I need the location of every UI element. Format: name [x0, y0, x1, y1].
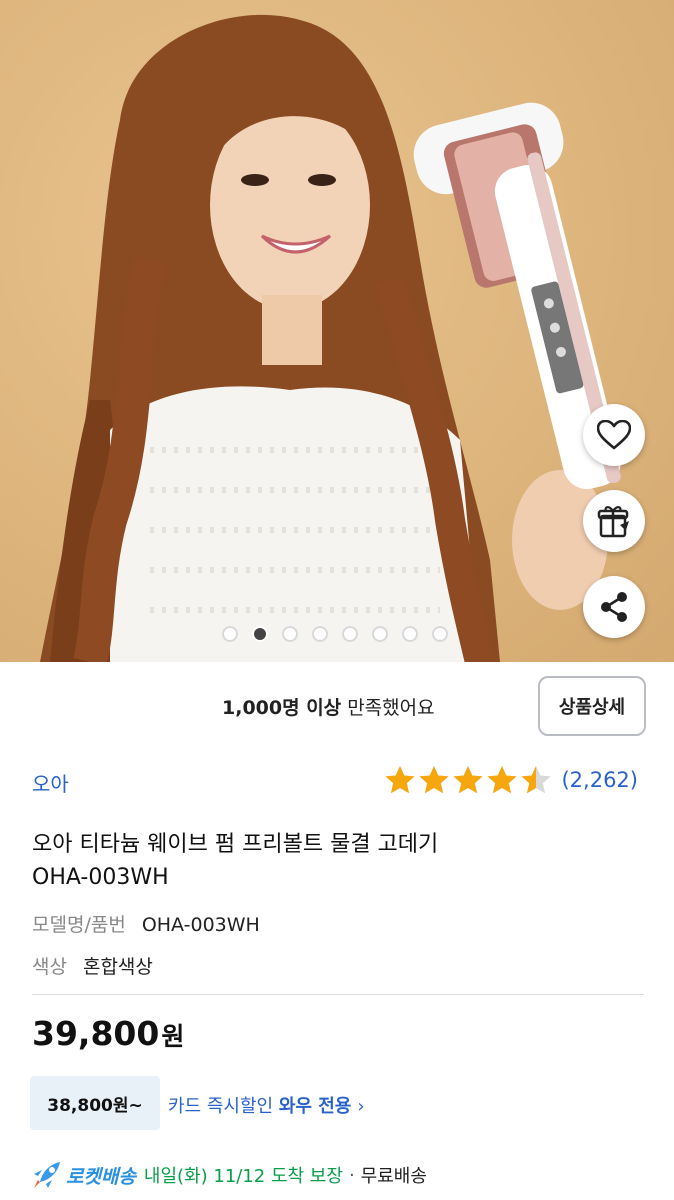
share-button[interactable]: [583, 576, 645, 638]
separator: ·: [348, 1164, 355, 1186]
carousel-dot[interactable]: [252, 626, 268, 642]
carousel-dot[interactable]: [342, 626, 358, 642]
rocket-delivery-label: 로켓배송: [66, 1165, 136, 1188]
delivery-info: 로켓배송 내일(화) 11/12 도착 보장 · 무료배송: [32, 1160, 427, 1190]
divider: [32, 994, 644, 995]
share-icon: [601, 592, 627, 622]
carousel-dot[interactable]: [222, 626, 238, 642]
brand-link[interactable]: 오아: [32, 768, 69, 797]
carousel-dot[interactable]: [372, 626, 388, 642]
spec-model-label: 모델명/품번: [32, 914, 126, 936]
spec-model-value: OHA-003WH: [141, 914, 260, 936]
sale-price-amount: 39,800: [32, 1014, 160, 1053]
satisfaction-suffix: 만족했어요: [341, 697, 435, 719]
spec-model: 모델명/품번 OHA-003WH: [32, 910, 260, 937]
gift-icon: [597, 506, 629, 538]
carousel-indicator: [222, 626, 448, 642]
carousel-dot[interactable]: [312, 626, 328, 642]
product-title-line1: 오아 티타늄 웨이브 펌 프리볼트 물결 고데기: [32, 832, 439, 857]
sale-price: 39,800원: [32, 1014, 184, 1053]
product-title-line2: OHA-003WH: [32, 865, 169, 890]
wishlist-button[interactable]: [583, 404, 645, 466]
review-count[interactable]: (2,262): [561, 768, 638, 792]
star-icon: [385, 766, 415, 794]
satisfaction-count: 1,000명 이상: [222, 697, 342, 719]
gift-button[interactable]: [583, 490, 645, 552]
star-icon: [419, 766, 449, 794]
product-photo: [40, 14, 621, 662]
rating-summary[interactable]: (2,262): [383, 764, 638, 796]
heart-icon: [597, 420, 631, 450]
wow-only-label: 와우 전용: [278, 1096, 352, 1117]
star-icon: [487, 766, 517, 794]
star-rating: [383, 764, 553, 796]
card-discount-price: 38,800원~: [30, 1076, 160, 1130]
chevron-right-icon: ›: [357, 1096, 365, 1117]
star-icon: [453, 766, 483, 794]
rocket-icon: [34, 1162, 60, 1188]
arrival-date: 내일(화) 11/12 도착 보장: [143, 1166, 343, 1187]
spec-color: 색상 혼합색상: [32, 952, 153, 979]
card-discount-text: 카드 즉시할인: [168, 1096, 279, 1117]
spec-color-value: 혼합색상: [82, 956, 153, 978]
card-discount-link[interactable]: 카드 즉시할인 와우 전용 ›: [168, 1092, 365, 1118]
satisfaction-row: 1,000명 이상 만족했어요 상품상세: [0, 676, 674, 736]
free-shipping: 무료배송: [360, 1166, 427, 1187]
product-detail-button[interactable]: 상품상세: [538, 676, 646, 736]
carousel-dot[interactable]: [282, 626, 298, 642]
sale-price-unit: 원: [161, 1022, 185, 1051]
carousel-dot[interactable]: [432, 626, 448, 642]
carousel-dot[interactable]: [402, 626, 418, 642]
product-image-carousel[interactable]: [0, 0, 674, 662]
star-icon: [521, 766, 551, 794]
satisfaction-text: 1,000명 이상 만족했어요: [222, 693, 435, 720]
product-title: 오아 티타늄 웨이브 펌 프리볼트 물결 고데기 OHA-003WH: [32, 828, 632, 894]
spec-color-label: 색상: [32, 956, 67, 978]
